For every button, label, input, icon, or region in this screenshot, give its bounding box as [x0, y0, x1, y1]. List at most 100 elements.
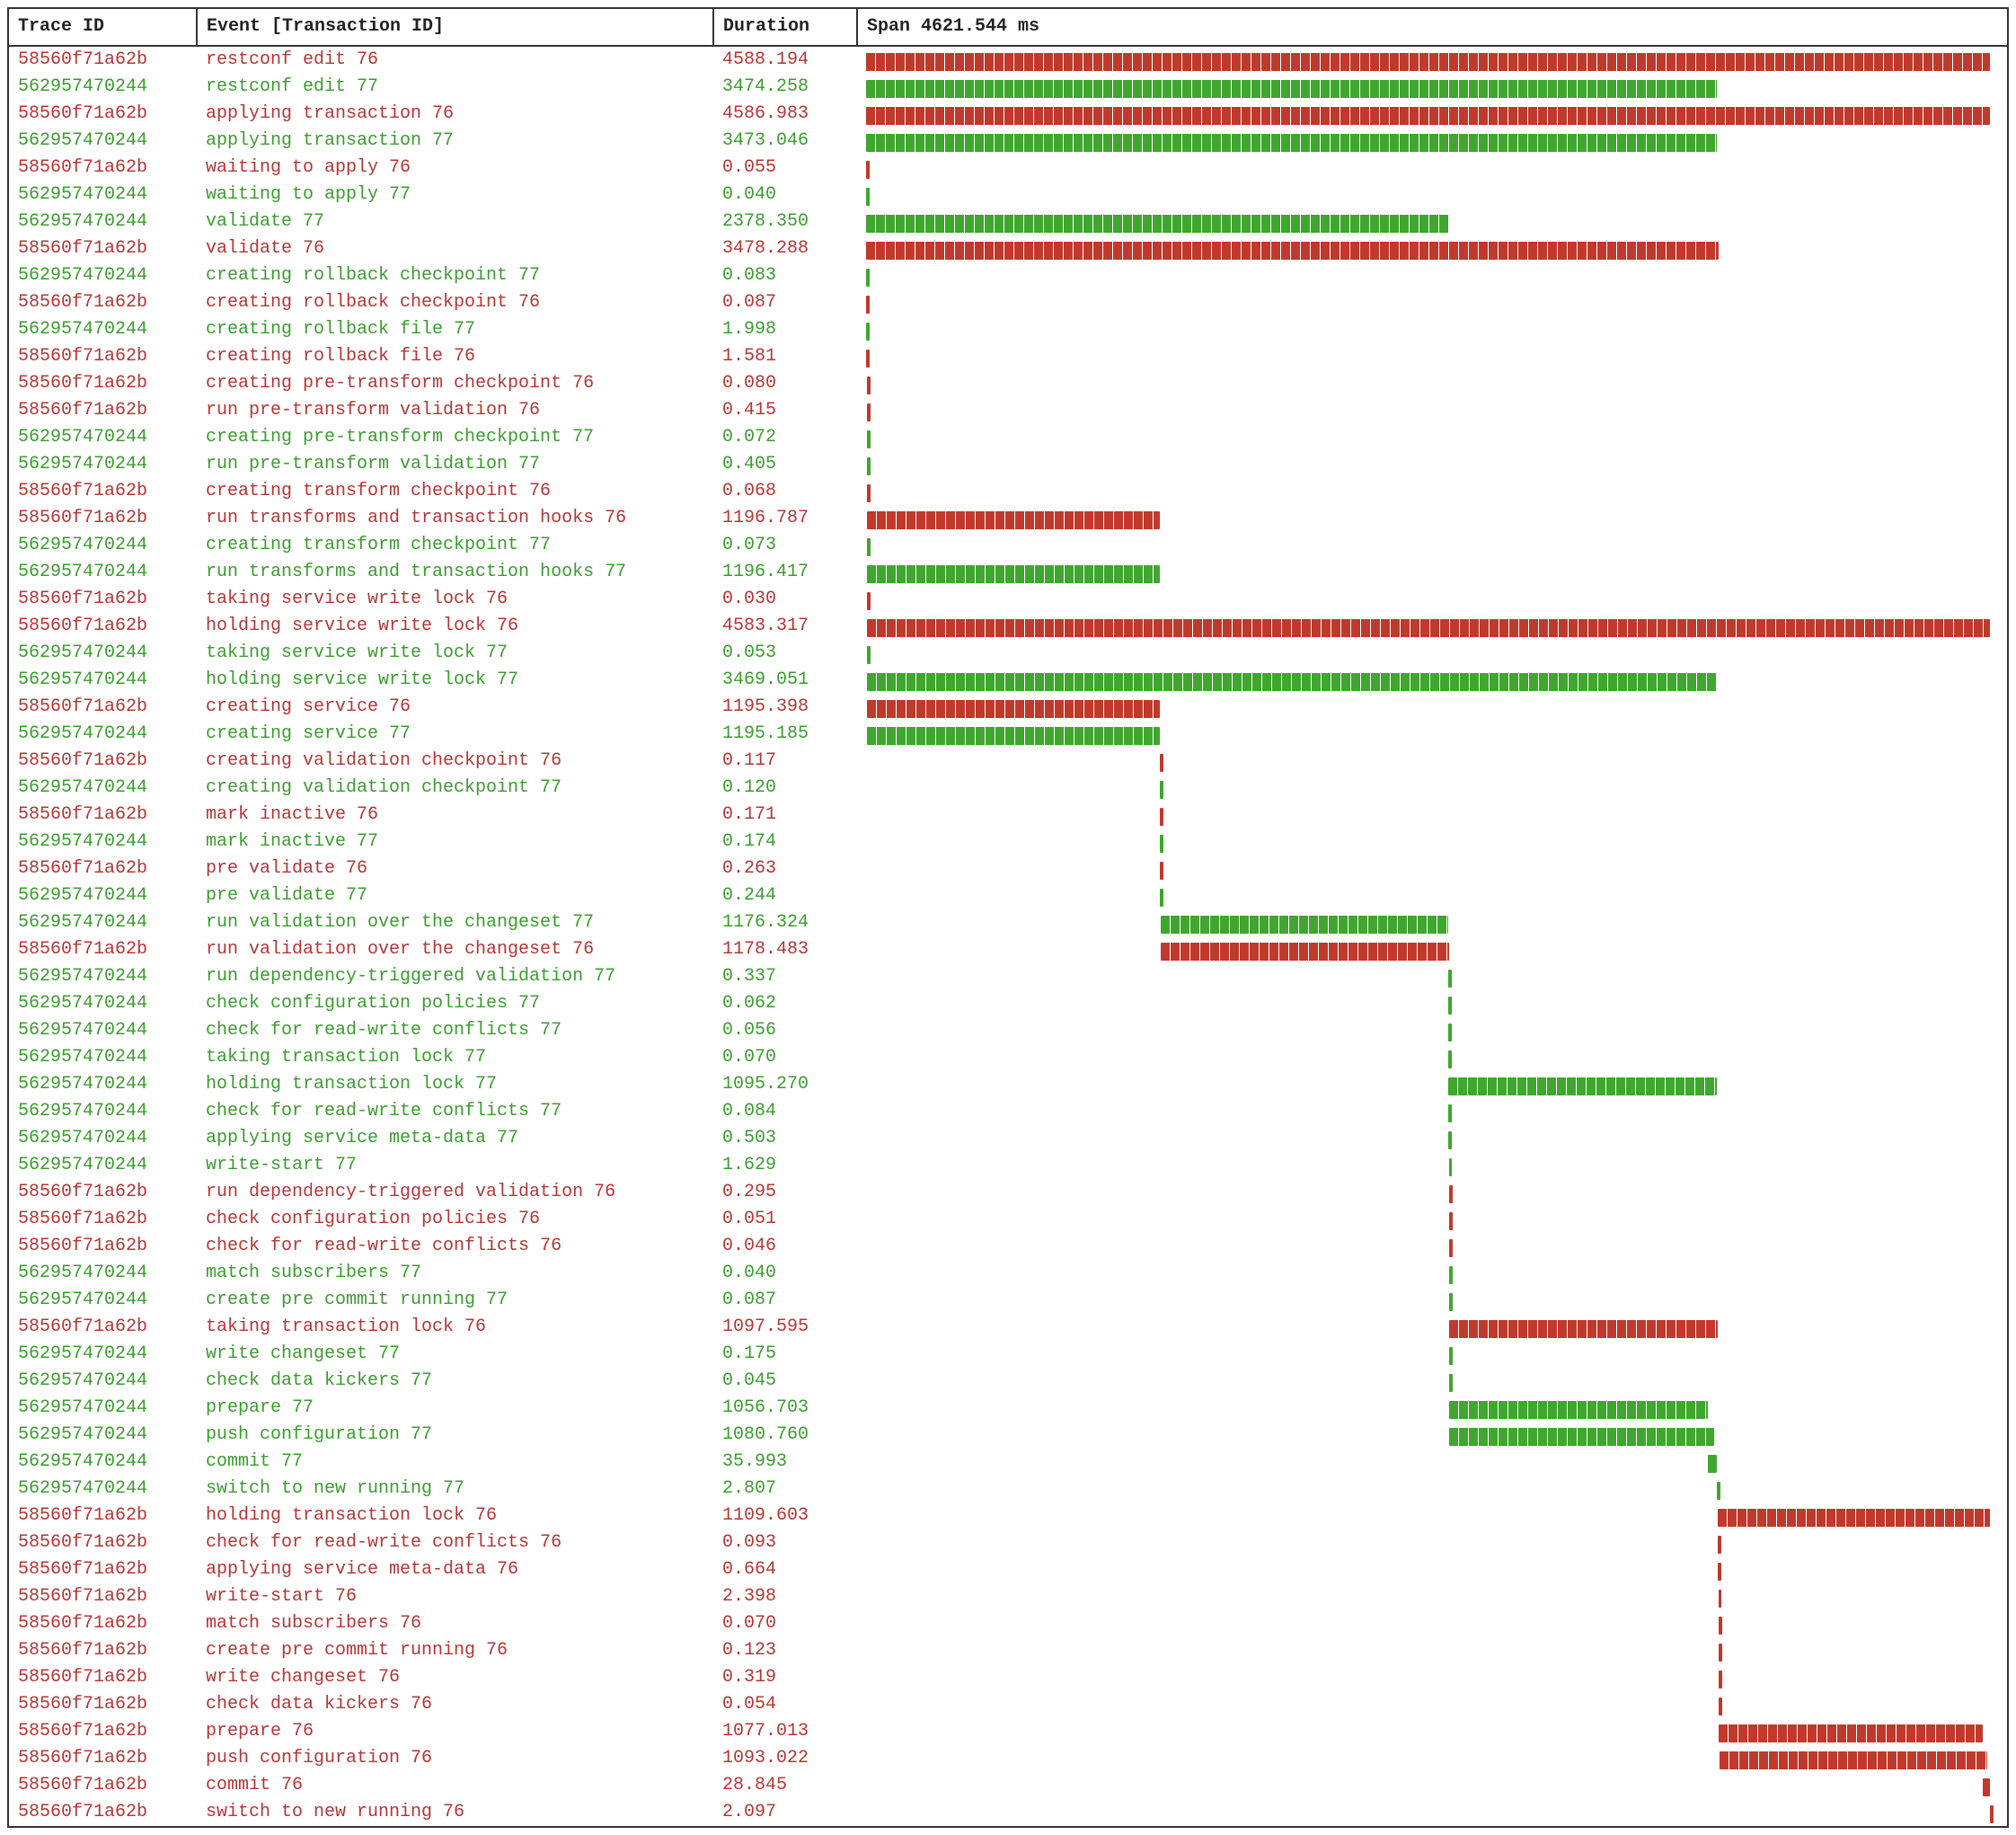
span-bar[interactable]: [867, 377, 871, 394]
table-row[interactable]: 58560f71a62btaking service write lock 76…: [8, 586, 2008, 613]
table-row[interactable]: 562957470244run dependency-triggered val…: [8, 963, 2008, 990]
table-row[interactable]: 562957470244holding transaction lock 771…: [8, 1071, 2008, 1098]
span-bar[interactable]: [1449, 1239, 1453, 1257]
table-row[interactable]: 58560f71a62bpush configuration 761093.02…: [8, 1745, 2008, 1772]
table-row[interactable]: 58560f71a62bmatch subscribers 760.070: [8, 1610, 2008, 1637]
span-bar[interactable]: [1161, 943, 1449, 961]
span-bar[interactable]: [1990, 1805, 1994, 1823]
span-bar[interactable]: [867, 565, 1160, 583]
table-row[interactable]: 562957470244mark inactive 770.174: [8, 829, 2008, 855]
span-bar[interactable]: [867, 457, 871, 475]
span-bar[interactable]: [1717, 1482, 1720, 1500]
span-bar[interactable]: [1719, 1644, 1722, 1662]
table-row[interactable]: 58560f71a62bmark inactive 760.171: [8, 802, 2008, 829]
table-row[interactable]: 562957470244creating service 771195.185: [8, 721, 2008, 748]
table-row[interactable]: 562957470244check configuration policies…: [8, 990, 2008, 1017]
span-bar[interactable]: [1720, 1751, 1987, 1769]
table-row[interactable]: 58560f71a62bcommit 7628.845: [8, 1772, 2008, 1799]
header-trace-id[interactable]: Trace ID: [8, 8, 197, 46]
table-row[interactable]: 562957470244check data kickers 770.045: [8, 1368, 2008, 1395]
table-row[interactable]: 58560f71a62bvalidate 763478.288: [8, 235, 2008, 262]
span-bar[interactable]: [1161, 916, 1449, 934]
span-bar[interactable]: [1160, 754, 1163, 772]
span-bar[interactable]: [1718, 1536, 1721, 1554]
table-row[interactable]: 58560f71a62bapplying transaction 764586.…: [8, 101, 2008, 128]
table-row[interactable]: 562957470244switch to new running 772.80…: [8, 1476, 2008, 1503]
span-bar[interactable]: [1449, 1428, 1714, 1446]
span-bar[interactable]: [1719, 1671, 1722, 1689]
span-bar[interactable]: [1448, 1131, 1452, 1149]
span-bar[interactable]: [1449, 1266, 1453, 1284]
span-bar[interactable]: [866, 161, 870, 179]
span-bar[interactable]: [1449, 1347, 1453, 1365]
table-row[interactable]: 58560f71a62brun validation over the chan…: [8, 936, 2008, 963]
span-bar[interactable]: [1449, 1401, 1708, 1419]
span-bar[interactable]: [1448, 970, 1452, 988]
span-bar[interactable]: [866, 80, 1717, 98]
table-row[interactable]: 58560f71a62bholding transaction lock 761…: [8, 1503, 2008, 1529]
span-bar[interactable]: [1719, 1724, 1983, 1742]
span-bar[interactable]: [866, 53, 1990, 71]
table-row[interactable]: 58560f71a62bcreating transform checkpoin…: [8, 478, 2008, 505]
table-row[interactable]: 562957470244creating pre-transform check…: [8, 424, 2008, 451]
span-bar[interactable]: [1448, 997, 1452, 1015]
span-bar[interactable]: [1449, 1293, 1453, 1311]
table-row[interactable]: 58560f71a62bcreating service 761195.398: [8, 694, 2008, 721]
span-bar[interactable]: [1448, 1050, 1452, 1068]
span-bar[interactable]: [866, 350, 870, 368]
span-bar[interactable]: [1449, 1212, 1453, 1230]
span-bar[interactable]: [1983, 1778, 1990, 1796]
table-row[interactable]: 562957470244commit 7735.993: [8, 1449, 2008, 1476]
span-bar[interactable]: [866, 215, 1448, 233]
table-row[interactable]: 562957470244run pre-transform validation…: [8, 451, 2008, 478]
table-row[interactable]: 58560f71a62bswitch to new running 762.09…: [8, 1799, 2008, 1827]
span-bar[interactable]: [1449, 1374, 1453, 1392]
table-row[interactable]: 58560f71a62btaking transaction lock 7610…: [8, 1314, 2008, 1341]
span-bar[interactable]: [1160, 781, 1163, 799]
table-row[interactable]: 58560f71a62bcheck configuration policies…: [8, 1206, 2008, 1233]
span-bar[interactable]: [1160, 889, 1163, 907]
table-row[interactable]: 58560f71a62bapplying service meta-data 7…: [8, 1556, 2008, 1583]
span-bar[interactable]: [866, 188, 870, 206]
span-bar[interactable]: [867, 484, 871, 502]
table-row[interactable]: 562957470244creating rollback file 771.9…: [8, 316, 2008, 343]
span-bar[interactable]: [867, 592, 871, 610]
table-row[interactable]: 58560f71a62bcreating validation checkpoi…: [8, 748, 2008, 775]
span-bar[interactable]: [1718, 1509, 1990, 1527]
header-duration[interactable]: Duration: [713, 8, 857, 46]
span-bar[interactable]: [867, 511, 1160, 529]
span-bar[interactable]: [1718, 1563, 1721, 1581]
header-event[interactable]: Event [Transaction ID]: [197, 8, 713, 46]
table-row[interactable]: 562957470244run validation over the chan…: [8, 909, 2008, 936]
table-row[interactable]: 562957470244waiting to apply 770.040: [8, 182, 2008, 208]
table-row[interactable]: 58560f71a62bcreating pre-transform check…: [8, 370, 2008, 397]
table-row[interactable]: 58560f71a62bwrite-start 762.398: [8, 1583, 2008, 1610]
table-row[interactable]: 562957470244applying service meta-data 7…: [8, 1125, 2008, 1152]
table-row[interactable]: 562957470244creating validation checkpoi…: [8, 775, 2008, 802]
table-row[interactable]: 58560f71a62bcheck for read-write conflic…: [8, 1529, 2008, 1556]
span-bar[interactable]: [867, 538, 871, 556]
table-row[interactable]: 562957470244applying transaction 773473.…: [8, 128, 2008, 155]
table-row[interactable]: 58560f71a62bcheck data kickers 760.054: [8, 1691, 2008, 1718]
span-bar[interactable]: [1449, 1185, 1453, 1203]
table-row[interactable]: 58560f71a62bcreate pre commit running 76…: [8, 1637, 2008, 1664]
table-row[interactable]: 562957470244creating rollback checkpoint…: [8, 262, 2008, 289]
table-row[interactable]: 562957470244pre validate 770.244: [8, 882, 2008, 909]
span-bar[interactable]: [1719, 1617, 1722, 1635]
span-bar[interactable]: [1160, 808, 1163, 826]
span-bar[interactable]: [1708, 1455, 1717, 1473]
table-row[interactable]: 58560f71a62bcreating rollback checkpoint…: [8, 289, 2008, 316]
span-bar[interactable]: [867, 673, 1717, 691]
table-row[interactable]: 58560f71a62bcheck for read-write conflic…: [8, 1233, 2008, 1260]
span-bar[interactable]: [1449, 1158, 1453, 1176]
table-row[interactable]: 58560f71a62bwrite changeset 760.319: [8, 1664, 2008, 1691]
span-bar[interactable]: [1719, 1698, 1722, 1715]
table-row[interactable]: 562957470244taking transaction lock 770.…: [8, 1044, 2008, 1071]
span-bar[interactable]: [867, 619, 1990, 637]
table-row[interactable]: 562957470244creating transform checkpoin…: [8, 532, 2008, 559]
span-bar[interactable]: [866, 107, 1990, 125]
table-row[interactable]: 58560f71a62bprepare 761077.013: [8, 1718, 2008, 1745]
table-row[interactable]: 58560f71a62brun pre-transform validation…: [8, 397, 2008, 424]
table-row[interactable]: 562957470244match subscribers 770.040: [8, 1260, 2008, 1287]
span-bar[interactable]: [866, 269, 870, 287]
